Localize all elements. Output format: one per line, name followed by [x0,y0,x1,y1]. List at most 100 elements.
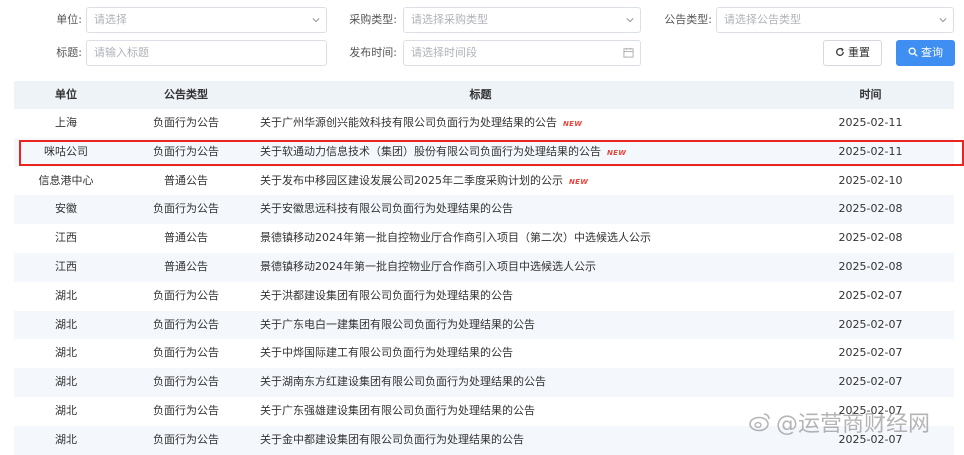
table-row[interactable]: 湖北 负面行为公告 关于中烨国际建工有限公司负面行为处理结果的公告 2025-02-0… [14,339,954,368]
new-badge: NEW [607,148,627,157]
row-title-link[interactable]: 关于金中都建设集团有限公司负面行为处理结果的公告 [260,433,524,446]
reset-button[interactable]: 重置 [823,40,882,66]
row-unit: 湖北 [55,346,77,360]
table-row[interactable]: 上海 负面行为公告 关于广州华源创兴能效科技有限公司负面行为处理结果的公告 NEW 20… [14,109,954,138]
notice-type-placeholder: 请选择公告类型 [724,13,801,26]
row-title-link[interactable]: 关于软通动力信息技术（集团）股份有限公司负面行为处理结果的公告 [260,145,601,158]
header-title: 标题 [469,88,492,101]
row-title-cell: 关于广东电白一建集团有限公司负面行为处理结果的公告 [254,311,787,340]
row-time: 2025-02-07 [838,317,903,331]
row-title-cell: 关于湖南东方红建设集团有限公司负面行为处理结果的公告 [254,368,787,397]
row-title-cell: 关于广州华源创兴能效科技有限公司负面行为处理结果的公告 NEW [254,109,787,138]
query-button[interactable]: 查询 [896,40,955,66]
chevron-down-icon [312,18,320,23]
row-type: 普通公告 [164,173,208,187]
row-title-cell: 关于发布中移园区建设发展公司2025年二季度采购计划的公示 NEW [254,167,787,196]
table-row[interactable]: 湖北 负面行为公告 关于广东电白一建集团有限公司负面行为处理结果的公告 2025-02… [14,310,954,340]
notice-type-select[interactable]: 请选择公告类型 [716,7,954,33]
table-row[interactable]: 信息港中心 普通公告 关于发布中移园区建设发展公司2025年二季度采购计划的公示 NE… [14,167,954,196]
table-row[interactable]: 江西 普通公告 景德镇移动2024年第一批自控物业厅合作商引入项目中选候选人公示 20… [14,252,954,282]
calendar-icon [623,47,634,58]
row-type: 负面行为公告 [153,375,219,389]
title-label: 标题: [56,46,82,59]
table-row[interactable]: 咪咕公司 负面行为公告 关于软通动力信息技术（集团）股份有限公司负面行为处理结果的公… [14,137,954,167]
unit-label: 单位: [56,13,82,26]
notice-type-label: 公告类型: [664,13,712,26]
row-type: 负面行为公告 [153,288,219,302]
row-title-link[interactable]: 关于安徽思远科技有限公司负面行为处理结果的公告 [260,202,513,215]
new-badge: NEW [569,177,589,186]
weibo-logo-icon [749,413,770,432]
row-title-link[interactable]: 关于湖南东方红建设集团有限公司负面行为处理结果的公告 [260,375,546,388]
row-time: 2025-02-08 [838,231,903,245]
title-input[interactable]: 请输入标题 [86,40,327,66]
row-title-cell: 关于金中都建设集团有限公司负面行为处理结果的公告 [254,426,787,455]
row-title-cell: 景德镇移动2024年第一批自控物业厅合作商引入项目中选候选人公示 [254,253,787,282]
announcement-page: 单位: 请选择 采购类型: 请选择采购类型 公告类型: 请选择公告类型 标题: … [0,0,964,455]
watermark: @运营商财经网 [748,404,930,440]
row-title-link[interactable]: 关于洪都建设集团有限公司负面行为处理结果的公告 [260,289,513,302]
row-title-link[interactable]: 关于广州华源创兴能效科技有限公司负面行为处理结果的公告 [260,116,557,129]
row-type: 负面行为公告 [153,317,219,331]
row-type: 负面行为公告 [153,144,219,158]
unit-placeholder: 请选择 [94,13,127,26]
chevron-down-icon [626,18,634,23]
row-unit: 江西 [55,231,77,245]
purchase-type-placeholder: 请选择采购类型 [411,13,488,26]
row-type: 负面行为公告 [153,403,219,417]
row-unit: 湖北 [55,432,77,446]
table-row[interactable]: 安徽 负面行为公告 关于安徽思远科技有限公司负面行为处理结果的公告 2025-02-0… [14,195,954,225]
announcement-table: 单位 公告类型 标题 时间 上海 负面行为公告 关于广州华源创兴能效科技有限公司负面… [14,81,954,455]
row-unit: 上海 [55,116,77,129]
row-unit: 咪咕公司 [44,144,88,158]
row-type: 普通公告 [164,259,208,273]
row-time: 2025-02-07 [838,375,903,389]
filter-row-2: 标题: 请输入标题 发布时间: 请选择时间段 重置 查询 [0,40,964,66]
search-icon [908,47,918,57]
table-row[interactable]: 江西 普通公告 景德镇移动2024年第一批自控物业厅合作商引入项目（第二次）中选候选… [14,224,954,253]
row-unit: 湖北 [55,375,77,389]
row-time: 2025-02-08 [838,259,903,273]
watermark-text: @运营商财经网 [776,412,931,437]
row-type: 负面行为公告 [153,346,219,360]
publish-time-picker[interactable]: 请选择时间段 [403,40,641,66]
filter-row-1: 单位: 请选择 采购类型: 请选择采购类型 公告类型: 请选择公告类型 [0,7,964,33]
reset-label: 重置 [848,46,870,59]
table-row[interactable]: 湖北 负面行为公告 关于洪都建设集团有限公司负面行为处理结果的公告 2025-02-0… [14,282,954,311]
row-title-link[interactable]: 关于发布中移园区建设发展公司2025年二季度采购计划的公示 [260,174,563,187]
row-title-cell: 景德镇移动2024年第一批自控物业厅合作商引入项目（第二次）中选候选人公示 [254,224,787,253]
row-title-link[interactable]: 关于中烨国际建工有限公司负面行为处理结果的公告 [260,346,513,359]
header-time: 时间 [859,88,882,101]
header-type: 公告类型 [164,88,208,101]
row-time: 2025-02-11 [838,144,903,158]
row-unit: 江西 [55,259,77,273]
row-title-link[interactable]: 景德镇移动2024年第一批自控物业厅合作商引入项目（第二次）中选候选人公示 [260,231,651,244]
query-label: 查询 [921,46,943,59]
row-title-cell: 关于中烨国际建工有限公司负面行为处理结果的公告 [254,339,787,368]
table-row[interactable]: 湖北 负面行为公告 关于湖南东方红建设集团有限公司负面行为处理结果的公告 2025-0… [14,368,954,397]
row-type: 负面行为公告 [153,432,219,446]
row-type: 负面行为公告 [153,202,219,216]
row-unit: 信息港中心 [38,173,94,187]
unit-select[interactable]: 请选择 [86,7,327,33]
title-placeholder: 请输入标题 [94,46,149,59]
row-time: 2025-02-07 [838,288,903,302]
row-unit: 湖北 [55,317,77,331]
refresh-icon [836,47,844,56]
table-header: 单位 公告类型 标题 时间 [14,81,954,109]
row-title-cell: 关于广东强雄建设集团有限公司负面行为处理结果的公告 [254,397,787,426]
row-time: 2025-02-08 [838,202,903,216]
row-unit: 湖北 [55,403,77,417]
purchase-type-select[interactable]: 请选择采购类型 [403,7,641,33]
header-unit: 单位 [55,88,77,101]
new-badge: NEW [563,120,583,128]
row-unit: 湖北 [55,288,77,302]
row-title-link[interactable]: 关于广东电白一建集团有限公司负面行为处理结果的公告 [260,318,535,331]
row-type: 负面行为公告 [153,116,219,129]
publish-time-placeholder: 请选择时间段 [411,46,477,59]
row-title-link[interactable]: 景德镇移动2024年第一批自控物业厅合作商引入项目中选候选人公示 [260,260,596,273]
table-body: 上海 负面行为公告 关于广州华源创兴能效科技有限公司负面行为处理结果的公告 NEW 20… [14,109,954,455]
row-unit: 安徽 [55,202,77,216]
row-time: 2025-02-11 [838,116,903,129]
row-title-link[interactable]: 关于广东强雄建设集团有限公司负面行为处理结果的公告 [260,404,535,417]
